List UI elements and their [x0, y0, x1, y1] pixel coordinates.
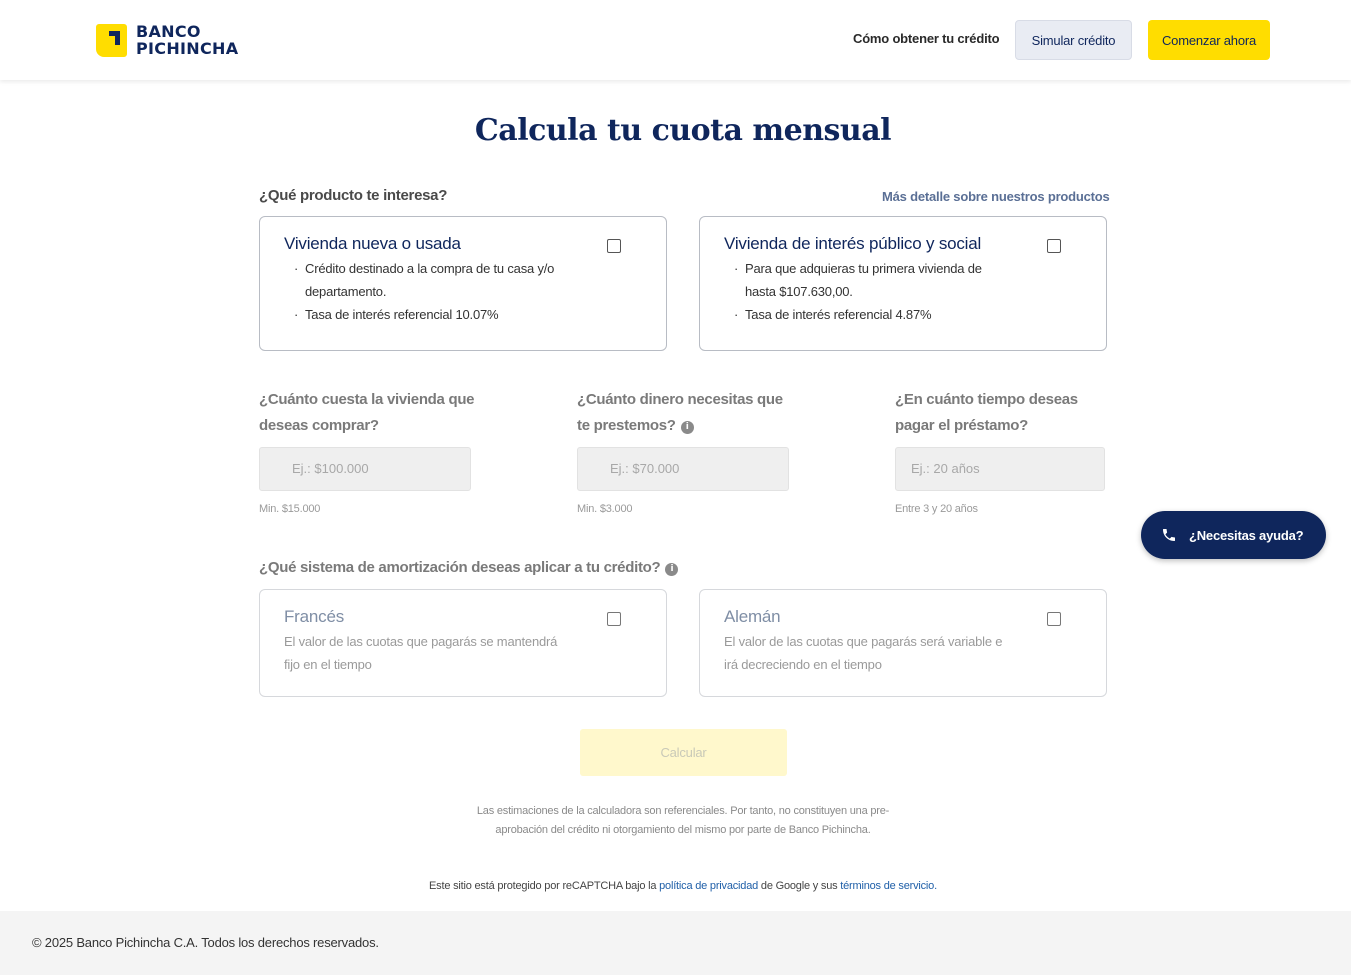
amortization-checkbox[interactable] [1047, 612, 1061, 626]
start-now-button[interactable]: Comenzar ahora [1148, 20, 1270, 60]
recaptcha-notice: Este sitio está protegido por reCAPTCHA … [0, 880, 1351, 892]
product-bullets: Crédito destinado a la compra de tu casa… [294, 257, 554, 326]
desc-line: El valor de las cuotas que pagarás se ma… [284, 634, 558, 649]
amortization-desc: El valor de las cuotas que pagarás será … [724, 630, 1003, 676]
bullet-text: departamento. [305, 284, 387, 299]
desc-line: fijo en el tiempo [284, 657, 372, 672]
disclaimer: Las estimaciones de la calculadora son r… [440, 802, 926, 840]
info-icon[interactable]: i [680, 421, 694, 434]
amortization-question: ¿Qué sistema de amortización deseas apli… [259, 555, 679, 581]
amortization-card-german[interactable]: Alemán El valor de las cuotas que pagará… [699, 589, 1107, 697]
desc-line: irá decreciendo en el tiempo [724, 657, 882, 672]
label-line-text: te prestemos? [577, 417, 676, 434]
loan-amount-input[interactable]: Ej.: $70.000 [577, 447, 789, 491]
loan-term-hint: Entre 3 y 20 años [895, 503, 978, 515]
need-help-label: ¿Necesitas ayuda? [1189, 527, 1304, 543]
label-line: ¿En cuánto tiempo deseas [895, 391, 1078, 408]
label-line: pagar el préstamo? [895, 417, 1028, 434]
loan-amount-label: ¿Cuánto dinero necesitas que te prestemo… [577, 387, 783, 439]
page-title: Calcula tu cuota mensual [474, 113, 892, 148]
simulate-credit-button[interactable]: Simular crédito [1015, 20, 1132, 60]
site-header: BANCO PICHINCHA Cómo obtener tu crédito … [0, 0, 1351, 80]
calculate-button[interactable]: Calcular [580, 729, 787, 776]
product-card-new-used[interactable]: Vivienda nueva o usada Crédito destinado… [259, 216, 667, 351]
label-line: ¿Cuánto cuesta la vivienda que [259, 391, 475, 408]
amortization-desc: El valor de las cuotas que pagarás se ma… [284, 630, 557, 676]
loan-amount-hint: Min. $3.000 [577, 503, 633, 515]
disclaimer-line: aprobación del crédito ni otorgamiento d… [495, 824, 871, 836]
logo-mark-icon [96, 23, 127, 57]
product-bullets: Para que adquieras tu primera vivienda d… [734, 257, 982, 326]
amortization-card-french[interactable]: Francés El valor de las cuotas que pagar… [259, 589, 667, 697]
phone-icon [1163, 529, 1175, 541]
logo-line-2: PICHINCHA [136, 39, 239, 58]
bullet-text: Crédito destinado a la compra de tu casa… [305, 261, 555, 276]
need-help-button[interactable]: ¿Necesitas ayuda? [1141, 511, 1326, 559]
product-bullet: Tasa de interés referencial 4.87% [734, 303, 982, 326]
product-checkbox[interactable] [607, 239, 621, 253]
privacy-policy-link[interactable]: política de privacidad [659, 880, 758, 892]
bullet-text: Para que adquieras tu primera vivienda d… [745, 261, 982, 276]
label-line: te prestemos? i [577, 413, 783, 439]
amortization-question-text: ¿Qué sistema de amortización deseas apli… [259, 559, 661, 576]
banco-pichincha-logo[interactable]: BANCO PICHINCHA [96, 23, 238, 57]
product-question: ¿Qué producto te interesa? [259, 187, 448, 204]
terms-of-service-link[interactable]: términos de servicio. [840, 880, 937, 892]
product-card-social-housing[interactable]: Vivienda de interés público y social Par… [699, 216, 1107, 351]
recaptcha-text: Este sitio está protegido por reCAPTCHA … [429, 880, 660, 892]
amortization-card-title: Francés [284, 607, 345, 626]
logo-text: BANCO PICHINCHA [136, 23, 238, 57]
info-icon[interactable]: i [665, 563, 679, 576]
desc-line: El valor de las cuotas que pagarás será … [724, 634, 1003, 649]
more-products-link[interactable]: Más detalle sobre nuestros productos [882, 189, 1110, 204]
label-line: ¿Cuánto dinero necesitas que [577, 391, 783, 408]
product-card-title: Vivienda nueva o usada [284, 234, 461, 253]
site-footer: © 2025 Banco Pichincha C.A. Todos los de… [0, 911, 1351, 975]
product-bullet: Crédito destinado a la compra de tu casa… [294, 257, 554, 303]
disclaimer-line: Las estimaciones de la calculadora son r… [476, 805, 890, 817]
product-bullet: Tasa de interés referencial 10.07% [294, 303, 554, 326]
recaptcha-text: de Google y sus [758, 880, 841, 892]
bullet-text: hasta $107.630,00. [745, 284, 853, 299]
product-card-title: Vivienda de interés público y social [724, 234, 982, 253]
loan-term-input[interactable]: Ej.: 20 años [895, 447, 1105, 491]
nav-how-to-get-credit[interactable]: Cómo obtener tu crédito [853, 31, 1000, 46]
house-price-input[interactable]: Ej.: $100.000 [259, 447, 471, 491]
product-checkbox[interactable] [1047, 239, 1061, 253]
house-price-label: ¿Cuánto cuesta la vivienda que deseas co… [259, 387, 475, 439]
house-price-hint: Min. $15.000 [259, 503, 321, 515]
logo-line-1: BANCO [136, 22, 201, 41]
loan-term-label: ¿En cuánto tiempo deseas pagar el présta… [895, 387, 1078, 439]
product-bullet: Para que adquieras tu primera vivienda d… [734, 257, 982, 303]
label-line: deseas comprar? [259, 417, 379, 434]
amortization-checkbox[interactable] [607, 612, 621, 626]
amortization-card-title: Alemán [724, 607, 781, 626]
copyright: © 2025 Banco Pichincha C.A. Todos los de… [32, 935, 379, 950]
